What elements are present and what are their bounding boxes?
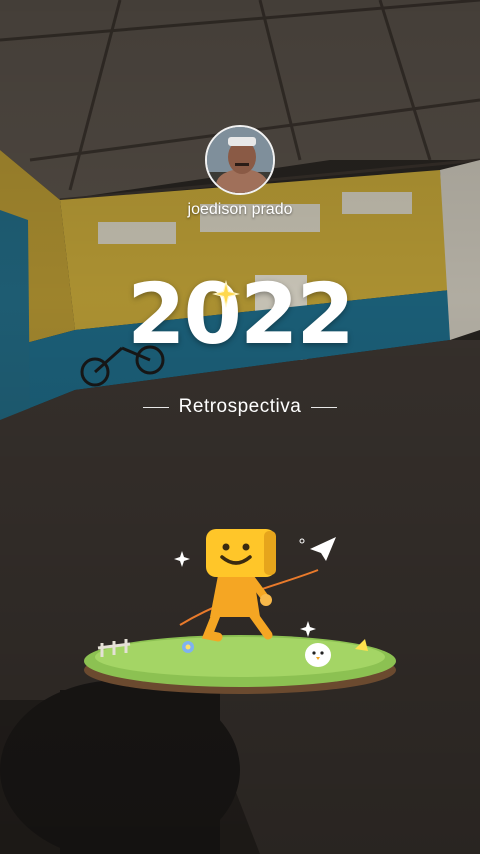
- sparkle-icon: [212, 280, 240, 308]
- subtitle-row: Retrospectiva: [0, 396, 480, 418]
- year-title: 2022: [127, 265, 355, 363]
- profile-name: joedison prado: [187, 201, 293, 218]
- right-divider: [311, 406, 338, 408]
- story-screen: joedison prado 2022 Retrospectiva: [0, 0, 480, 854]
- left-divider: [142, 406, 169, 408]
- mascot-illustration: [84, 529, 396, 694]
- profile-avatar[interactable]: [205, 125, 275, 195]
- retrospective-subtitle: Retrospectiva: [178, 396, 302, 417]
